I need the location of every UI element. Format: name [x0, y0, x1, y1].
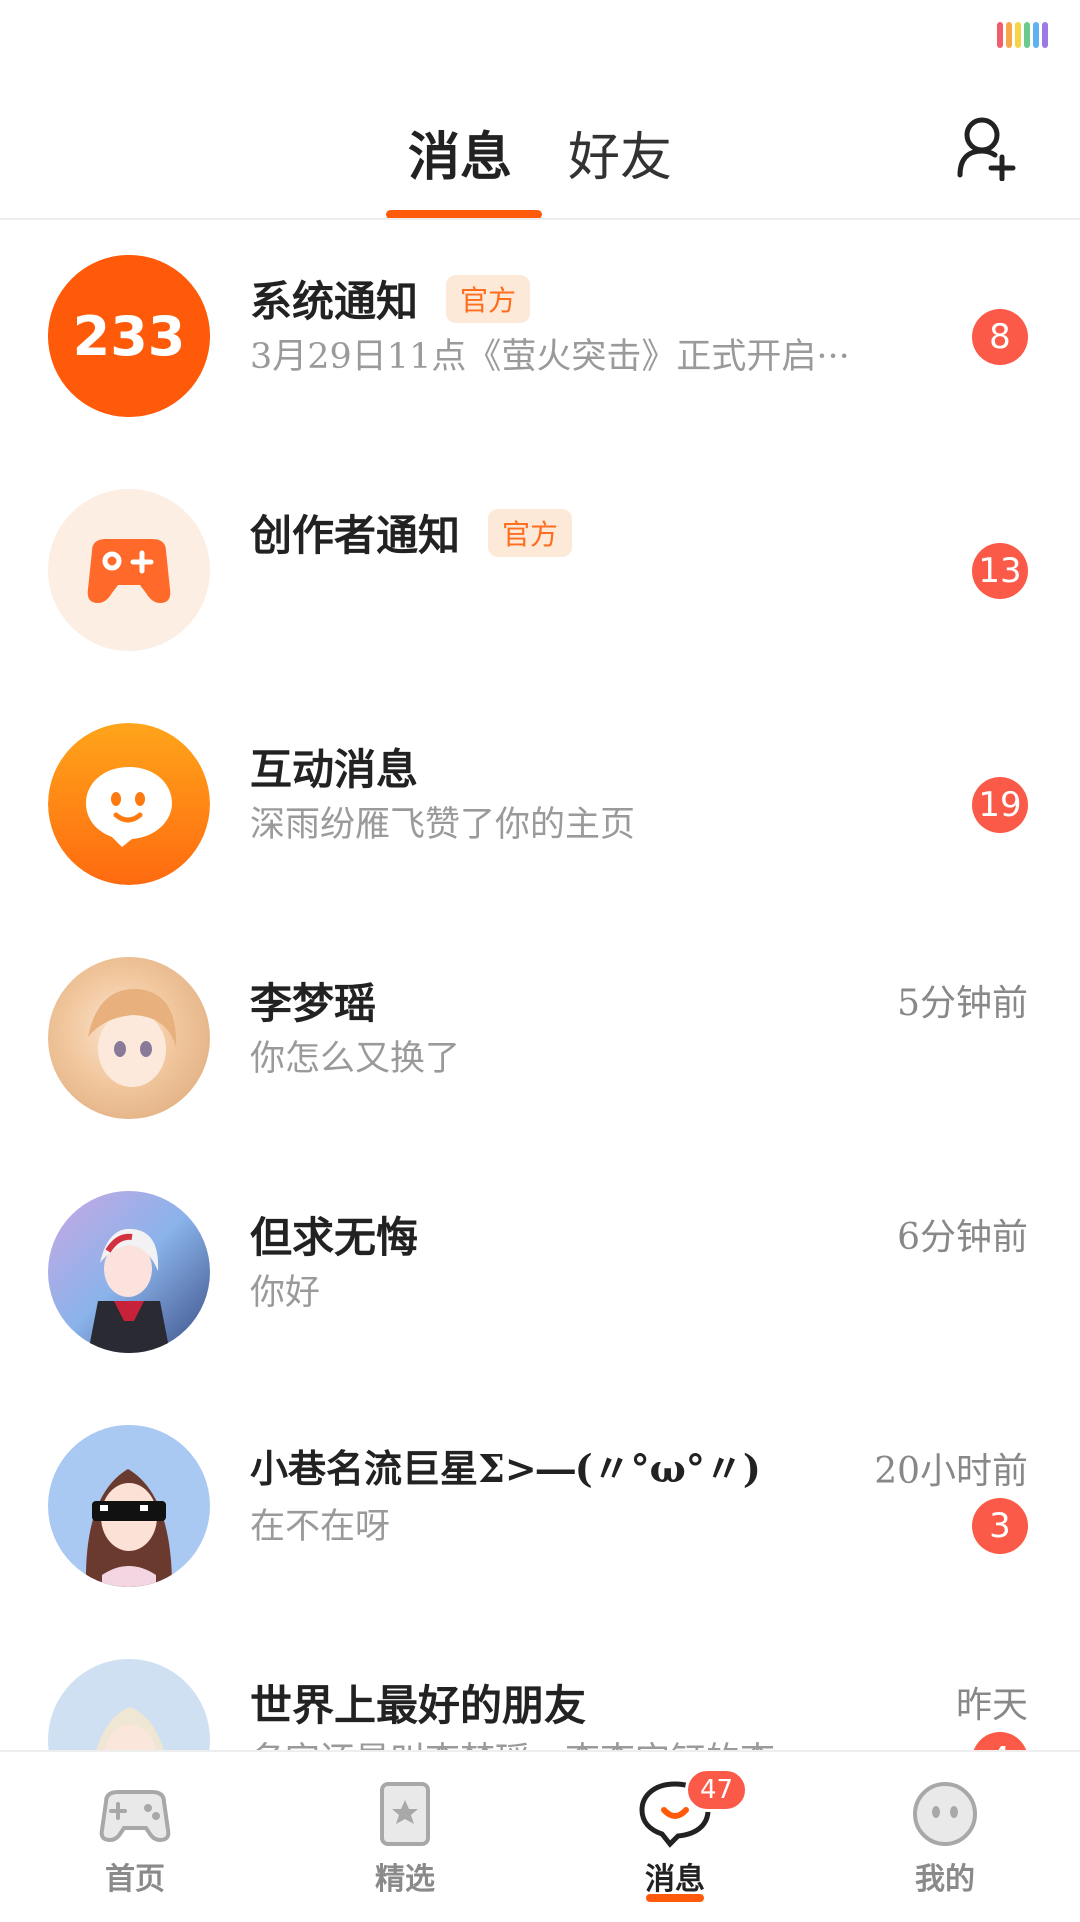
unread-total-badge: 47	[685, 1768, 749, 1812]
timestamp: 5分钟前	[897, 983, 1028, 1024]
name-line: 世界上最好的朋友	[250, 1672, 586, 1733]
conversation-name: 世界上最好的朋友	[250, 1681, 587, 1730]
nav-home[interactable]: 首页	[0, 1752, 270, 1922]
conversation-preview: 在不在呀	[250, 1507, 391, 1547]
tab-messages[interactable]: 消息	[402, 115, 518, 190]
official-tag: 官方	[446, 274, 531, 323]
conversation-preview: 深雨纷雁飞赞了你的主页	[250, 805, 636, 845]
user-avatar	[48, 1191, 210, 1353]
conversation-name: 系统通知	[250, 277, 419, 326]
gamepad-icon	[99, 1790, 171, 1843]
name-line: 创作者通知 官方	[250, 502, 573, 563]
unread-badge: 4	[972, 1732, 1028, 1750]
official-tag: 官方	[488, 508, 573, 557]
nav-label: 我的	[915, 1862, 975, 1897]
avatar-illustration	[88, 1228, 170, 1353]
avatar	[48, 489, 210, 651]
unread-badge: 19	[972, 777, 1028, 833]
face-icon	[913, 1782, 977, 1846]
user-avatar	[48, 1659, 210, 1750]
conversation-row[interactable]: 但求无悔 6分钟前 你好	[0, 1156, 1080, 1390]
tab-friends[interactable]: 好友	[562, 115, 678, 190]
unread-badge: 13	[972, 543, 1028, 599]
avatar: 233	[48, 255, 210, 417]
conversation-preview: 名字还是叫李梦瑶，李李宝钉的李	[250, 1732, 910, 1750]
conversation-preview: 3月29日11点《萤火突击》正式开启···	[250, 337, 850, 377]
conversation-row[interactable]: 小巷名流巨星Σ>―(〃°ω°〃) 20小时前 在不在呀 3	[0, 1390, 1080, 1624]
conversation-name: 但求无悔	[250, 1213, 419, 1262]
conversation-preview: 你好	[250, 1273, 321, 1313]
unread-badge: 3	[972, 1498, 1028, 1554]
add-person-icon	[957, 117, 1016, 182]
avatar-illustration	[88, 988, 177, 1087]
unread-badge: 8	[972, 309, 1028, 365]
conversation-system-notice[interactable]: 233 系统通知 官方 3月29日11点《萤火突击》正式开启··· 8	[0, 220, 1080, 454]
avatar	[48, 723, 210, 885]
avatar-illustration	[85, 1469, 172, 1587]
name-line: 李梦瑶	[250, 970, 376, 1031]
nav-label: 首页	[105, 1862, 165, 1897]
name-line: 但求无悔	[250, 1204, 418, 1265]
conversation-name: 小巷名流巨星Σ>―(〃°ω°〃)	[250, 1446, 761, 1491]
nav-messages[interactable]: 消息 47	[540, 1752, 810, 1922]
conversation-interactions[interactable]: 互动消息 深雨纷雁飞赞了你的主页 19	[0, 688, 1080, 922]
conversation-creator-notice[interactable]: 创作者通知 官方 13	[0, 454, 1080, 688]
add-friend-button[interactable]	[954, 113, 1018, 182]
gamepad-icon	[48, 489, 210, 651]
avatar-illustration	[96, 1707, 164, 1750]
conversation-row[interactable]: 世界上最好的朋友 昨天 名字还是叫李梦瑶，李李宝钉的李 4	[0, 1624, 1080, 1750]
conversation-name: 李梦瑶	[250, 979, 377, 1028]
nav-label: 消息	[645, 1862, 705, 1897]
name-line: 系统通知 官方	[250, 268, 531, 329]
conversation-list: 233 系统通知 官方 3月29日11点《萤火突击》正式开启··· 8 创作者通…	[0, 220, 1080, 1750]
star-bookmark-icon	[380, 1782, 430, 1846]
header-tabs: 消息 好友	[0, 115, 1080, 190]
conversation-preview: 你怎么又换了	[250, 1039, 461, 1079]
user-avatar	[48, 1425, 210, 1587]
conversation-name: 互动消息	[250, 745, 419, 794]
svg-text:233: 233	[73, 305, 186, 368]
conversation-name: 创作者通知	[250, 511, 461, 560]
name-line: 互动消息	[250, 736, 418, 797]
nav-featured[interactable]: 精选	[270, 1752, 540, 1922]
timestamp: 6分钟前	[897, 1217, 1028, 1258]
nav-label: 精选	[375, 1862, 435, 1897]
active-nav-indicator	[646, 1894, 704, 1902]
chat-bubble-icon	[48, 723, 210, 885]
nav-profile[interactable]: 我的	[810, 1752, 1080, 1922]
conversation-row[interactable]: 李梦瑶 5分钟前 你怎么又换了	[0, 922, 1080, 1156]
233-logo-icon: 233	[48, 255, 210, 417]
timestamp: 昨天	[955, 1685, 1028, 1726]
status-indicator	[997, 22, 1048, 48]
bottom-nav: 首页 精选 消息 47 我的	[0, 1750, 1080, 1922]
user-avatar	[48, 957, 210, 1119]
header: 消息 好友	[0, 95, 1080, 220]
name-line: 小巷名流巨星Σ>―(〃°ω°〃)	[250, 1438, 761, 1493]
timestamp: 20小时前	[874, 1451, 1028, 1492]
